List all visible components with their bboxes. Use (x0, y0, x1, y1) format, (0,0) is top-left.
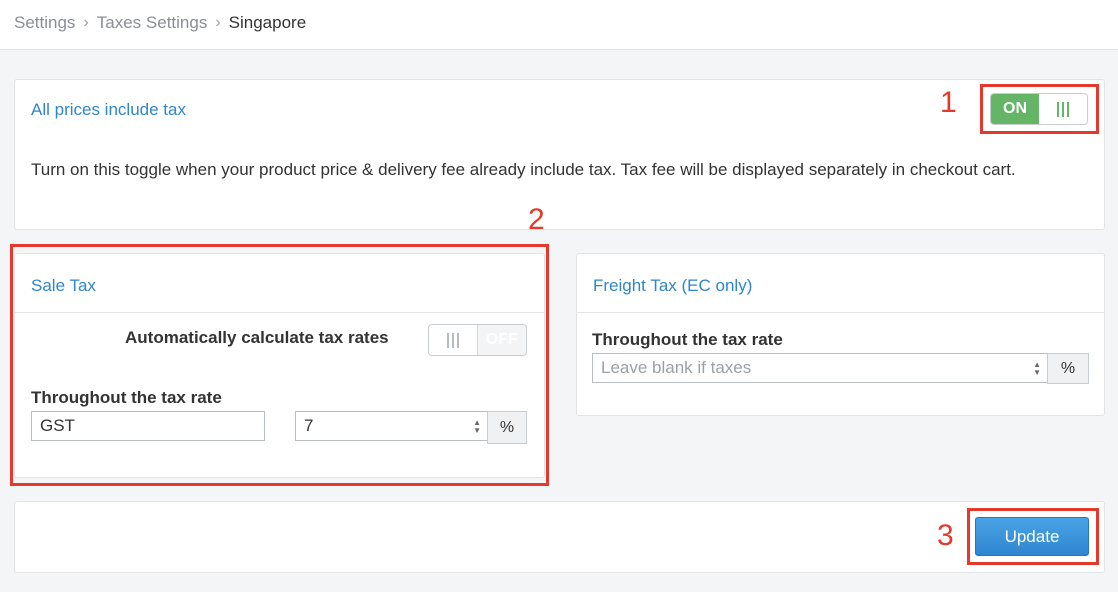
price-include-tax-description: Turn on this toggle when your product pr… (31, 160, 1016, 179)
top-bar: Settings › Taxes Settings › Singapore (0, 0, 1118, 50)
annotation-box-3 (967, 508, 1099, 565)
annotation-marker-2: 2 (528, 203, 545, 236)
stepper-icon[interactable]: ▲ ▼ (1033, 361, 1041, 377)
freight-tax-rate-input[interactable]: Leave blank if taxes ▲ ▼ (592, 353, 1048, 383)
breadcrumb-settings[interactable]: Settings (14, 13, 75, 33)
freight-tax-header: Freight Tax (EC only) (577, 254, 1104, 313)
freight-tax-percent-addon: % (1047, 353, 1089, 384)
breadcrumb: Settings › Taxes Settings › Singapore (14, 13, 306, 33)
annotation-marker-3: 3 (937, 519, 954, 552)
chevron-right-icon: › (83, 14, 89, 31)
price-include-tax-title: All prices include tax (31, 100, 186, 119)
freight-tax-placeholder: Leave blank if taxes (601, 358, 752, 377)
chevron-right-icon: › (215, 14, 221, 31)
breadcrumb-taxes-settings[interactable]: Taxes Settings (97, 13, 208, 33)
breadcrumb-singapore: Singapore (228, 13, 307, 32)
freight-tax-title: Freight Tax (EC only) (593, 276, 753, 295)
freight-tax-rate-label: Throughout the tax rate (592, 330, 783, 349)
annotation-box-2 (10, 244, 549, 486)
annotation-marker-1: 1 (940, 86, 957, 119)
annotation-box-1 (980, 84, 1099, 134)
